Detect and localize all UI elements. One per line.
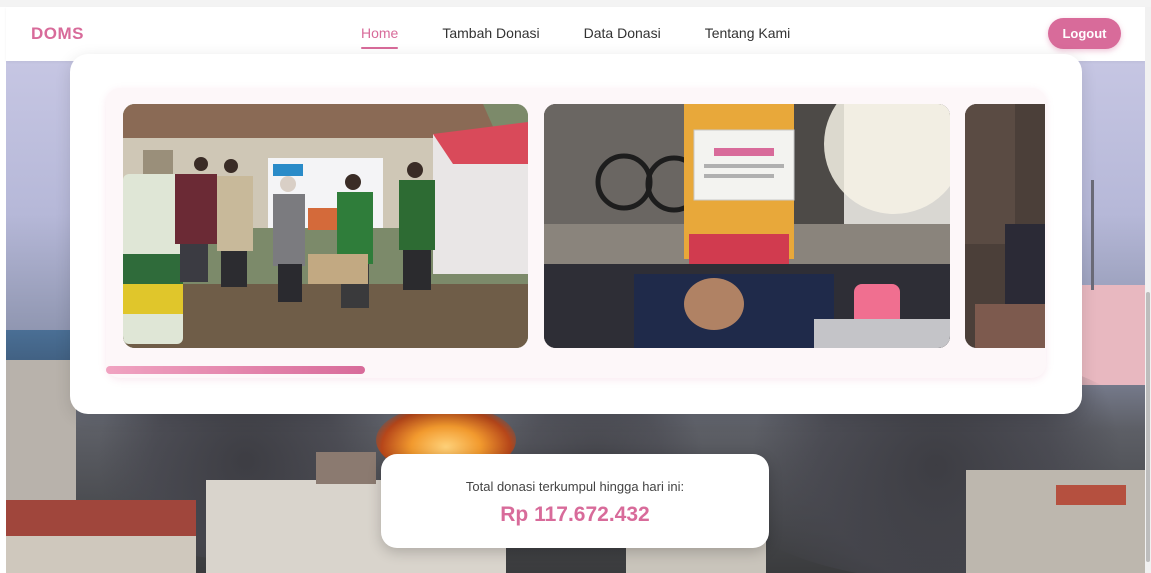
- scrollbar-thumb[interactable]: [1146, 292, 1150, 562]
- donation-total-amount: Rp 117.672.432: [500, 503, 650, 526]
- roof: [1056, 485, 1126, 505]
- carousel-progress-fill: [106, 366, 365, 374]
- building: [6, 536, 196, 573]
- building: [316, 452, 376, 484]
- building: [1082, 285, 1145, 385]
- aid-distribution-photo: [123, 104, 528, 348]
- window-top-edge: [0, 0, 1151, 7]
- nav-links: Home Tambah Donasi Data Donasi Tentang K…: [361, 25, 834, 49]
- nav-link-tambah-donasi[interactable]: Tambah Donasi: [442, 25, 539, 46]
- carousel-progress: [106, 366, 1046, 374]
- roof: [6, 500, 196, 536]
- donation-total-label: Total donasi terkumpul hingga hari ini:: [465, 479, 685, 494]
- photo-carousel[interactable]: [106, 88, 1046, 378]
- donation-total-card: Total donasi terkumpul hingga hari ini: …: [381, 454, 769, 548]
- partial-photo: [965, 104, 1045, 348]
- logout-button[interactable]: Logout: [1048, 18, 1121, 49]
- nav-link-data-donasi[interactable]: Data Donasi: [584, 25, 661, 46]
- carousel-slide-patient-support[interactable]: [544, 104, 950, 348]
- gallery-card: [70, 54, 1082, 414]
- carousel-slide-aid-distribution[interactable]: [123, 104, 528, 348]
- antenna-tower: [1091, 180, 1094, 290]
- brand-logo[interactable]: DOMS: [31, 24, 84, 44]
- nav-link-tentang-kami[interactable]: Tentang Kami: [705, 25, 791, 46]
- nav-link-home[interactable]: Home: [361, 25, 399, 49]
- page-scrollbar[interactable]: [1145, 7, 1151, 573]
- top-navbar: DOMS Home Tambah Donasi Data Donasi Tent…: [6, 7, 1145, 61]
- carousel-slide-partial[interactable]: [965, 104, 1045, 348]
- patient-support-photo: [544, 104, 950, 348]
